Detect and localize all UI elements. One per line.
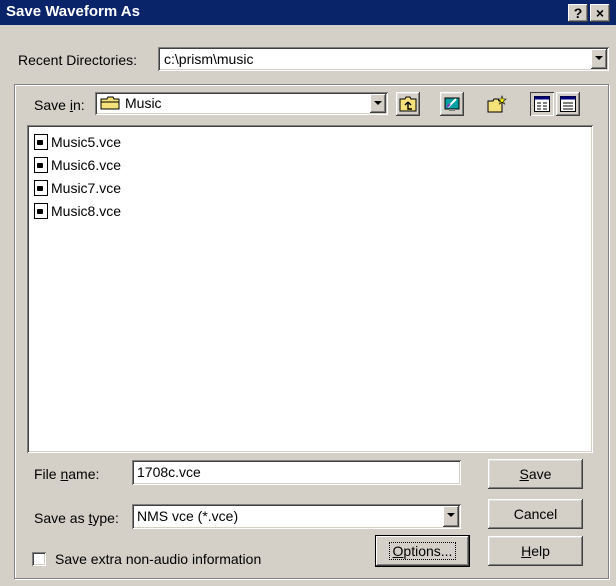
list-view-button[interactable]: [530, 92, 554, 116]
desktop-icon: [444, 97, 460, 111]
recent-directories-label: Recent Directories:: [18, 52, 138, 68]
file-name-label: File name:: [34, 466, 100, 482]
file-item[interactable]: Music5.vce: [34, 130, 121, 153]
list-view-icon: [534, 96, 550, 112]
window-title: Save Waveform As: [6, 3, 140, 20]
options-button[interactable]: Options...: [376, 536, 469, 566]
details-view-icon: [560, 96, 576, 112]
cancel-button[interactable]: Cancel: [488, 499, 583, 529]
file-list[interactable]: Music5.vce Music6.vce Music7.vce Music8.…: [27, 125, 593, 453]
audio-file-icon: [34, 179, 48, 196]
audio-file-icon: [34, 133, 48, 150]
audio-file-icon: [34, 202, 48, 219]
save-extra-label: Save extra non-audio information: [55, 551, 262, 567]
recent-directories-dropdown-button[interactable]: [591, 49, 607, 69]
title-bar: Save Waveform As ? ×: [0, 0, 616, 25]
file-name: Music6.vce: [51, 156, 122, 173]
new-folder-button[interactable]: [484, 92, 508, 116]
file-name-value: 1708c.vce: [137, 464, 201, 480]
folder-icon: [100, 96, 120, 110]
audio-file-icon: [34, 156, 48, 173]
up-one-level-icon: [399, 96, 417, 112]
save-in-combo[interactable]: Music: [95, 92, 388, 115]
save-in-label: Save in:: [34, 97, 85, 113]
help-title-button[interactable]: ?: [568, 4, 588, 22]
save-as-type-dropdown-button[interactable]: [443, 506, 459, 527]
details-view-button[interactable]: [556, 92, 580, 116]
new-folder-icon: [487, 95, 507, 113]
save-as-type-label: Save as type:: [34, 510, 119, 526]
file-name: Music7.vce: [51, 179, 122, 196]
save-as-type-value: NMS vce (*.vce): [137, 508, 239, 524]
help-button[interactable]: Help: [488, 536, 583, 566]
file-list-items: Music5.vce Music6.vce Music7.vce Music8.…: [34, 130, 121, 222]
desktop-button[interactable]: [440, 92, 464, 116]
save-as-type-combo[interactable]: NMS vce (*.vce): [132, 504, 461, 529]
close-title-button[interactable]: ×: [590, 4, 610, 22]
save-extra-checkbox[interactable]: [32, 552, 46, 566]
file-item[interactable]: Music8.vce: [34, 199, 121, 222]
save-button[interactable]: Save: [488, 459, 583, 489]
file-name: Music8.vce: [51, 202, 122, 219]
up-one-level-button[interactable]: [396, 92, 420, 116]
recent-directories-combo[interactable]: c:\prism\music: [158, 47, 609, 71]
file-name: Music5.vce: [51, 133, 122, 150]
recent-directories-value: c:\prism\music: [164, 51, 254, 67]
file-item[interactable]: Music6.vce: [34, 153, 121, 176]
save-in-value: Music: [125, 95, 162, 111]
file-name-input[interactable]: 1708c.vce: [132, 460, 461, 485]
save-in-dropdown-button[interactable]: [370, 94, 386, 113]
file-item[interactable]: Music7.vce: [34, 176, 121, 199]
